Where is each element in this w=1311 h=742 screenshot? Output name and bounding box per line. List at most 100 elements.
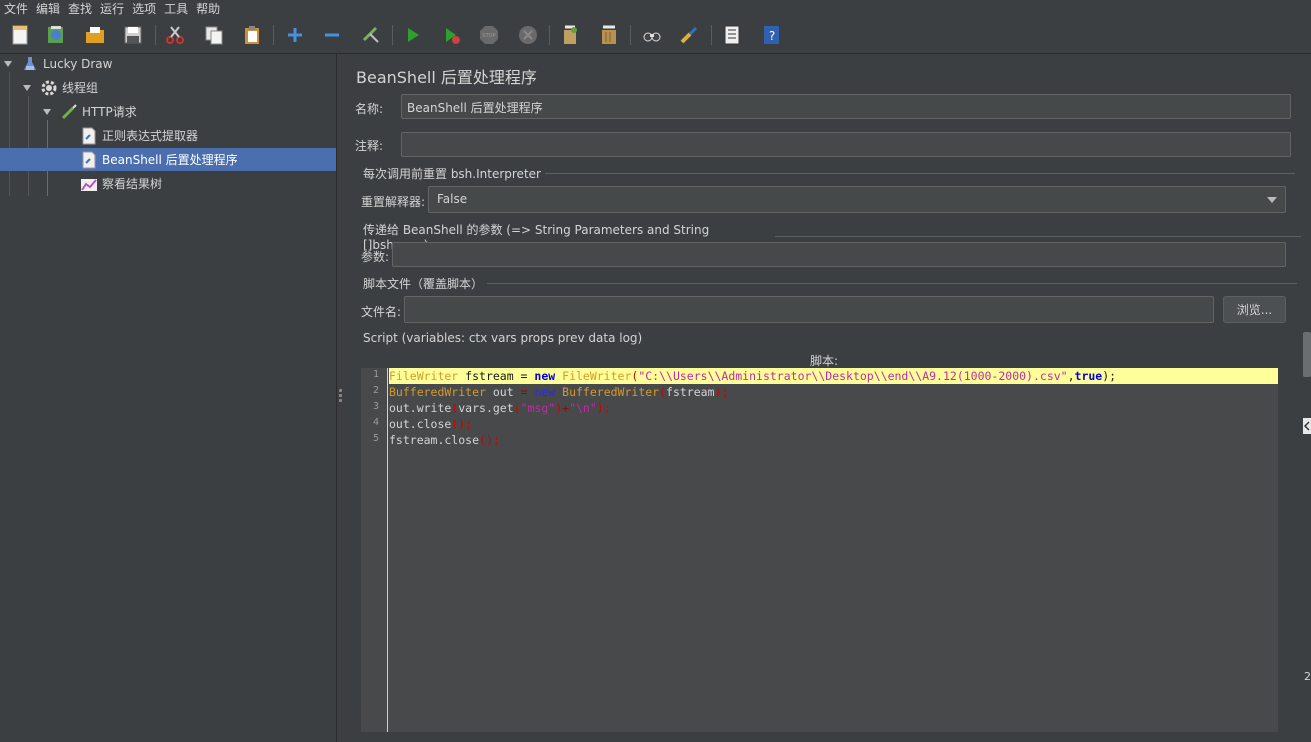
line-number: 3 bbox=[372, 401, 379, 412]
code-token: FileWriter bbox=[562, 369, 632, 383]
browse-button[interactable]: 浏览... bbox=[1223, 296, 1286, 323]
help-icon[interactable]: ? bbox=[759, 23, 783, 47]
code-token: new bbox=[534, 369, 556, 383]
code-token: fstream = bbox=[458, 369, 535, 383]
pipette-icon bbox=[60, 103, 78, 121]
tree-label-regex-extractor: 正则表达式提取器 bbox=[102, 129, 199, 143]
collapse-icon[interactable] bbox=[320, 23, 344, 47]
comment-label: 注释: bbox=[355, 139, 384, 153]
menu-search[interactable]: 查找 bbox=[64, 0, 96, 17]
code-token: (); bbox=[451, 417, 473, 431]
tree-node-regex-extractor[interactable]: 正则表达式提取器 bbox=[80, 124, 198, 147]
chevron-down-icon[interactable] bbox=[3, 59, 13, 69]
code-token: ); bbox=[714, 385, 729, 399]
tree-node-test-plan[interactable]: Lucky Draw bbox=[3, 52, 112, 75]
menu-tools[interactable]: 工具 bbox=[160, 0, 192, 17]
tree-node-beanshell[interactable]: BeanShell 后置处理程序 bbox=[0, 148, 336, 171]
edge-arrow-icon[interactable] bbox=[1303, 418, 1311, 434]
splitter-grip-icon[interactable] bbox=[339, 389, 343, 403]
clear-all-icon[interactable] bbox=[597, 23, 621, 47]
name-field[interactable]: BeanShell 后置处理程序 bbox=[401, 94, 1291, 119]
code-line[interactable]: out.write(vars.get("msg")+"\n"); bbox=[389, 400, 611, 416]
function-helper-icon[interactable] bbox=[720, 23, 744, 47]
toolbar: STOP ? bbox=[0, 17, 1311, 54]
code-token: fstream bbox=[666, 385, 715, 399]
code-token: = bbox=[520, 385, 528, 399]
edge-number: 2 bbox=[1304, 670, 1311, 683]
menu-help[interactable]: 帮助 bbox=[192, 0, 224, 17]
code-token: (); bbox=[479, 433, 500, 447]
script-editor[interactable]: 1 2 3 4 5 FileWriter fstream = new FileW… bbox=[361, 368, 1278, 732]
search-icon[interactable] bbox=[640, 23, 664, 47]
tree-label-thread-group: 线程组 bbox=[62, 81, 99, 95]
scrollbar-thumb[interactable] bbox=[1303, 332, 1311, 377]
menu-options[interactable]: 选项 bbox=[128, 0, 160, 17]
clear-icon[interactable] bbox=[558, 23, 582, 47]
params-label: 参数: bbox=[361, 250, 390, 264]
vertical-scrollbar[interactable] bbox=[1301, 54, 1311, 742]
page-title: BeanShell 后置处理程序 bbox=[356, 68, 537, 87]
code-token: out bbox=[485, 385, 521, 399]
tree-label-result-tree: 察看结果树 bbox=[102, 177, 163, 191]
reset-interpreter-select[interactable]: False bbox=[428, 186, 1286, 213]
cut-icon[interactable] bbox=[163, 23, 187, 47]
comment-field[interactable] bbox=[401, 132, 1291, 157]
open-icon[interactable] bbox=[83, 23, 107, 47]
code-token: BufferedWriter bbox=[562, 385, 660, 399]
code-token: ( bbox=[513, 401, 521, 415]
templates-icon[interactable] bbox=[44, 23, 68, 47]
menu-file[interactable]: 文件 bbox=[0, 0, 32, 17]
code-token: BufferedWriter bbox=[389, 385, 486, 399]
tree-label-beanshell: BeanShell 后置处理程序 bbox=[102, 153, 238, 167]
reset-search-icon[interactable] bbox=[677, 23, 701, 47]
tree-label-test-plan: Lucky Draw bbox=[43, 56, 113, 71]
code-token: "C:\\Users\\Administrator\\Desktop\\end\… bbox=[638, 369, 1068, 383]
code-token: true bbox=[1074, 369, 1103, 383]
tree-label-http-request: HTTP请求 bbox=[82, 105, 137, 119]
paste-icon[interactable] bbox=[240, 23, 264, 47]
stop-icon[interactable]: STOP bbox=[477, 23, 501, 47]
code-token: ); bbox=[596, 401, 611, 415]
flask-icon bbox=[21, 55, 39, 73]
code-token: FileWriter bbox=[389, 369, 459, 383]
start-icon[interactable] bbox=[401, 23, 425, 47]
filename-field[interactable] bbox=[404, 296, 1214, 323]
code-token: "msg" bbox=[520, 401, 556, 415]
file-section-header: 脚本文件（覆盖脚本） bbox=[363, 275, 1298, 292]
document-icon bbox=[80, 127, 98, 145]
menu-run[interactable]: 运行 bbox=[96, 0, 128, 17]
document-icon bbox=[80, 151, 98, 169]
menu-edit[interactable]: 编辑 bbox=[32, 0, 64, 17]
params-field[interactable] bbox=[392, 242, 1286, 267]
line-number: 5 bbox=[372, 433, 379, 444]
tree-node-result-tree[interactable]: 察看结果树 bbox=[80, 172, 162, 195]
new-icon[interactable] bbox=[8, 23, 32, 47]
tree-node-thread-group[interactable]: 线程组 bbox=[22, 76, 98, 99]
menu-bar: 文件 编辑 查找 运行 选项 工具 帮助 bbox=[0, 0, 1311, 17]
gear-icon bbox=[40, 79, 58, 97]
code-line[interactable]: BufferedWriter out = new BufferedWriter(… bbox=[389, 384, 728, 400]
code-line[interactable]: out.close(); bbox=[389, 416, 472, 432]
code-token: out.write bbox=[389, 401, 452, 415]
script-caption: 脚本: bbox=[810, 354, 839, 368]
code-line[interactable]: fstream.close(); bbox=[389, 432, 500, 448]
element-editor: BeanShell 后置处理程序 名称: BeanShell 后置处理程序 注释… bbox=[345, 54, 1301, 742]
copy-icon[interactable] bbox=[202, 23, 226, 47]
svg-text:?: ? bbox=[769, 29, 775, 43]
start-no-pause-icon[interactable] bbox=[440, 23, 464, 47]
code-token: ); bbox=[1102, 369, 1117, 383]
expand-icon[interactable] bbox=[283, 23, 307, 47]
code-line[interactable]: FileWriter fstream = new FileWriter("C:\… bbox=[389, 368, 1278, 384]
shutdown-icon[interactable] bbox=[516, 23, 540, 47]
code-token: "\n" bbox=[569, 401, 597, 415]
line-number: 1 bbox=[372, 369, 379, 380]
save-icon[interactable] bbox=[121, 23, 145, 47]
chevron-down-icon[interactable] bbox=[22, 83, 32, 93]
file-label: 文件名: bbox=[361, 305, 402, 319]
code-token: new bbox=[534, 385, 556, 399]
file-section-title: 脚本文件（覆盖脚本） bbox=[363, 277, 484, 291]
tree-node-http-request[interactable]: HTTP请求 bbox=[42, 100, 137, 123]
chevron-down-icon[interactable] bbox=[42, 107, 52, 117]
chart-icon bbox=[80, 175, 98, 193]
toggle-icon[interactable] bbox=[359, 23, 383, 47]
